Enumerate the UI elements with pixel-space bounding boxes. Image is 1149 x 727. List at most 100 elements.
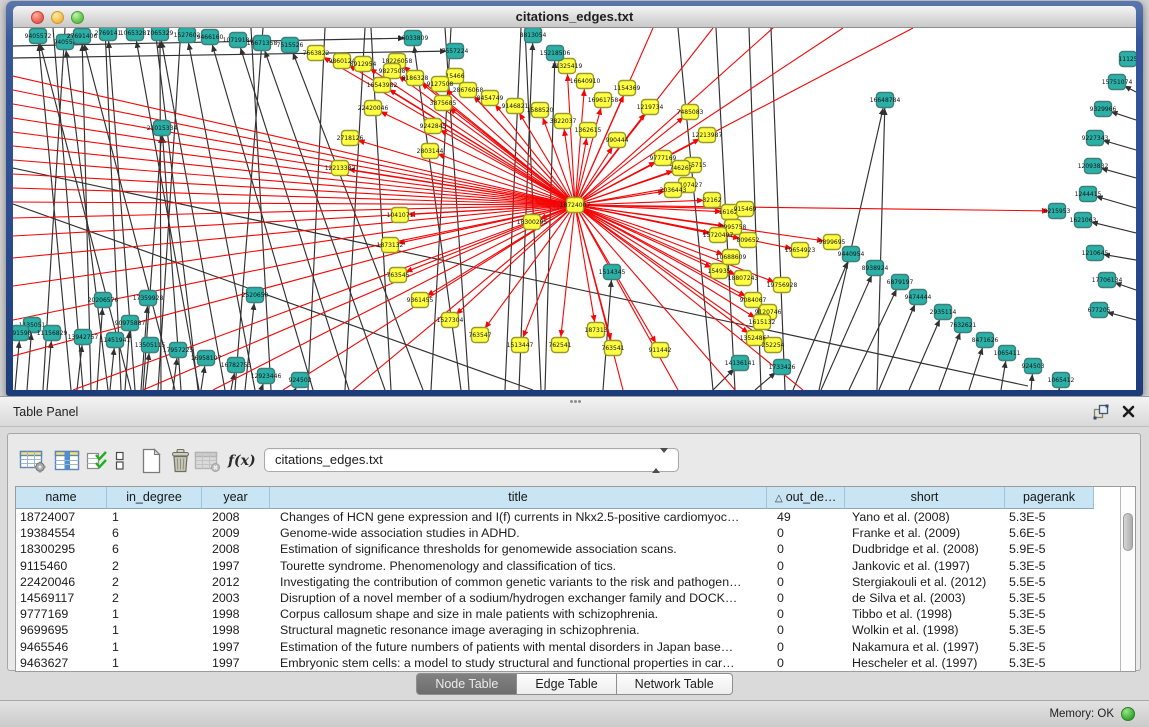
graph-node[interactable]: 252254 bbox=[762, 338, 785, 353]
graph-node[interactable]: 8938924 bbox=[862, 261, 889, 276]
minimize-window-button[interactable] bbox=[51, 11, 64, 24]
panel-resize-handle[interactable] bbox=[570, 399, 581, 404]
graph-node[interactable]: 8813054 bbox=[520, 28, 547, 43]
graph-edge[interactable] bbox=[13, 90, 575, 205]
column-header-short[interactable]: short bbox=[845, 487, 1005, 509]
graph-node[interactable]: 763545 bbox=[387, 268, 410, 283]
graph-node[interactable]: 924502 bbox=[289, 373, 312, 388]
graph-node[interactable]: 90975887 bbox=[115, 316, 146, 331]
graph-node[interactable]: 9474444 bbox=[905, 290, 932, 305]
graph-node[interactable]: 1065329 bbox=[147, 28, 174, 41]
graph-edge[interactable] bbox=[27, 333, 31, 390]
table-scrollbar[interactable] bbox=[1120, 487, 1135, 671]
graph-node[interactable]: 7632621 bbox=[950, 318, 977, 333]
graph-node[interactable]: 18807243 bbox=[728, 271, 759, 286]
graph-node[interactable]: 1873132 bbox=[377, 238, 404, 253]
graph-node[interactable]: 763547 bbox=[469, 328, 492, 343]
graph-node[interactable]: 8215953 bbox=[1044, 204, 1071, 219]
graph-node[interactable]: 9440954 bbox=[838, 247, 865, 262]
graph-node[interactable]: 11125 bbox=[1118, 52, 1136, 67]
table-row[interactable]: 911546021997Tourette syndrome. Phenomeno… bbox=[16, 558, 1135, 574]
graph-edge[interactable] bbox=[567, 74, 575, 205]
column-select-button[interactable] bbox=[86, 447, 109, 474]
graph-node[interactable]: 1065412 bbox=[1048, 373, 1075, 388]
graph-edge[interactable] bbox=[1001, 361, 1006, 390]
table-row[interactable]: 946554611997Estimation of the future num… bbox=[16, 639, 1135, 655]
graph-node[interactable]: 1362615 bbox=[575, 123, 602, 138]
graph-edge[interactable] bbox=[173, 358, 177, 390]
graph-node[interactable]: 16648784 bbox=[870, 93, 901, 108]
float-window-icon[interactable] bbox=[1093, 404, 1109, 420]
graph-node[interactable]: 1733426 bbox=[769, 360, 796, 375]
graph-node[interactable]: 11451941 bbox=[100, 333, 131, 348]
column-header-title[interactable]: title bbox=[270, 487, 767, 509]
window-titlebar[interactable]: citations_edges.txt bbox=[13, 6, 1136, 28]
graph-node[interactable]: 9329966 bbox=[1090, 102, 1117, 117]
function-builder-button[interactable]: f(x) bbox=[228, 447, 256, 474]
graph-node[interactable]: 14136141 bbox=[725, 356, 756, 371]
graph-edge[interactable] bbox=[1091, 222, 1136, 233]
column-header-pagerank[interactable]: pagerank bbox=[1005, 487, 1094, 509]
graph-edge[interactable] bbox=[879, 304, 915, 390]
graph-node[interactable]: 1621063 bbox=[1070, 213, 1097, 228]
graph-node[interactable]: 2935114 bbox=[930, 305, 957, 320]
graph-node[interactable]: 12923446 bbox=[251, 369, 282, 384]
column-header-year[interactable]: year bbox=[202, 487, 270, 509]
graph-edge[interactable] bbox=[308, 28, 325, 390]
table-scrollbar-thumb[interactable] bbox=[1123, 513, 1133, 551]
graph-edge[interactable] bbox=[201, 366, 205, 390]
table-row[interactable]: 1456911722003Disruption of a novel membe… bbox=[16, 590, 1135, 606]
graph-node[interactable]: 19654923 bbox=[785, 243, 816, 258]
graph-edge[interactable] bbox=[231, 373, 234, 390]
graph-node[interactable]: 13942757 bbox=[68, 330, 99, 345]
graph-node[interactable]: 16033809 bbox=[398, 31, 429, 46]
graph-node[interactable]: 746267 bbox=[670, 161, 693, 176]
row-layout-button[interactable] bbox=[112, 447, 127, 474]
graph-node[interactable]: 9899695 bbox=[819, 235, 846, 250]
graph-node[interactable]: 809652 bbox=[737, 233, 760, 248]
graph-edge[interactable] bbox=[561, 205, 575, 337]
tab-node-table[interactable]: Node Table bbox=[416, 673, 517, 695]
graph-edge[interactable] bbox=[1096, 196, 1136, 208]
graph-node[interactable]: 1210645 bbox=[1082, 246, 1109, 261]
table-row[interactable]: 1830029562008Estimation of significance … bbox=[16, 541, 1135, 557]
graph-edge[interactable] bbox=[427, 205, 575, 296]
table-selector[interactable]: citations_edges.txt bbox=[264, 448, 679, 472]
graph-edge[interactable] bbox=[939, 333, 960, 390]
graph-node[interactable]: 187313 bbox=[585, 323, 608, 338]
graph-edge[interactable] bbox=[575, 28, 843, 205]
graph-node[interactable]: 2769141 bbox=[95, 28, 122, 41]
column-header-name[interactable]: name bbox=[16, 487, 107, 509]
graph-node[interactable]: 2520650 bbox=[242, 288, 269, 303]
delete-button[interactable] bbox=[168, 447, 193, 474]
table-row[interactable]: 1872400712008Changes of HCN gene express… bbox=[16, 509, 1135, 525]
graph-node[interactable]: 16640910 bbox=[570, 74, 601, 89]
graph-node[interactable]: 1154369 bbox=[614, 81, 641, 96]
graph-node[interactable]: 10688609 bbox=[716, 250, 747, 265]
table-row[interactable]: 969969511998Structural magnetic resonanc… bbox=[16, 622, 1135, 638]
graph-edge[interactable] bbox=[345, 28, 365, 390]
graph-node[interactable]: 12093832 bbox=[1078, 159, 1109, 174]
graph-node[interactable]: 32162 bbox=[702, 193, 721, 208]
table-settings-button[interactable] bbox=[19, 447, 47, 474]
graph-node[interactable]: 763541 bbox=[602, 341, 625, 356]
graph-edge[interactable] bbox=[771, 28, 785, 390]
graph-node[interactable]: 915469 bbox=[734, 202, 757, 217]
graph-node[interactable]: 17706134 bbox=[1092, 273, 1123, 288]
graph-node[interactable]: 2803144 bbox=[417, 144, 444, 159]
graph-node[interactable]: 1219734 bbox=[637, 100, 664, 115]
graph-node[interactable]: 9405572 bbox=[25, 29, 52, 44]
network-canvas[interactable]: 1872400798601248912954182260589827508818… bbox=[13, 28, 1136, 390]
table-row[interactable]: 977716911998Corpus callosum shape and si… bbox=[16, 606, 1135, 622]
close-panel-icon[interactable] bbox=[1121, 404, 1137, 420]
graph-node[interactable]: 20206576 bbox=[88, 293, 119, 308]
graph-node[interactable]: 1527304 bbox=[437, 313, 464, 328]
graph-node[interactable]: 19756928 bbox=[767, 278, 798, 293]
graph-node[interactable]: 8471626 bbox=[972, 333, 999, 348]
graph-edge[interactable] bbox=[793, 261, 848, 390]
graph-node[interactable]: 16961758 bbox=[588, 93, 619, 108]
graph-node[interactable]: 9227343 bbox=[1082, 131, 1109, 146]
graph-edge[interactable] bbox=[969, 348, 983, 390]
graph-node[interactable]: 1513447 bbox=[507, 338, 534, 353]
graph-edge[interactable] bbox=[110, 348, 114, 390]
